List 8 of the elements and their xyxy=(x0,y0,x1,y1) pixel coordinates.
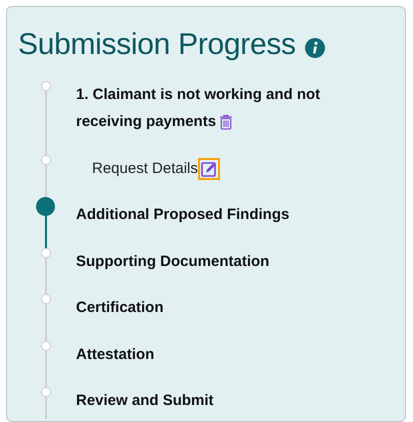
panel-title: Submission Progress xyxy=(18,28,296,62)
step-label: Review and Submit xyxy=(76,392,214,409)
step-label: Certification xyxy=(76,299,164,316)
step-label: Attestation xyxy=(76,346,154,362)
step-label: 1. Claimant is not working and not receiving payments xyxy=(76,86,320,130)
step-label: Supporting Documentation xyxy=(76,252,270,270)
step-label: Additional Proposed Findings xyxy=(76,206,290,223)
step-label[interactable]: Request Details xyxy=(76,160,220,176)
